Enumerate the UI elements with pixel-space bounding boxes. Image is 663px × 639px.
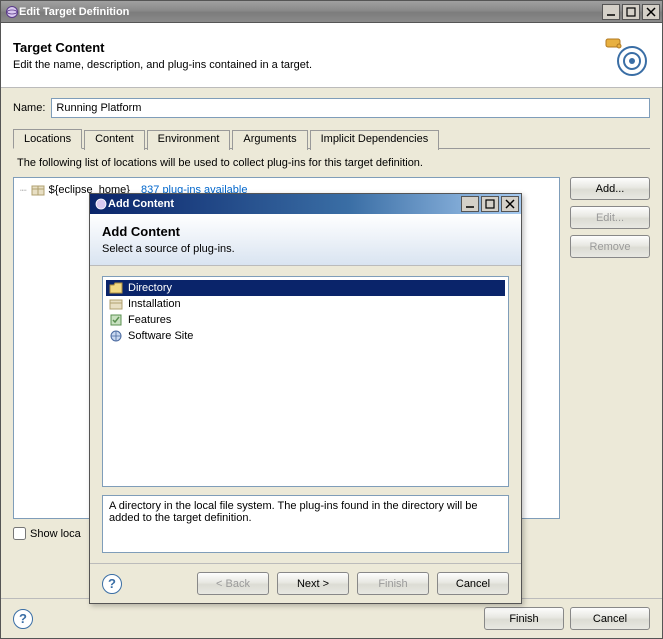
- feature-icon: [109, 313, 123, 327]
- locations-description: The following list of locations will be …: [17, 157, 650, 169]
- dialog-close-button[interactable]: [501, 196, 519, 212]
- source-list[interactable]: Directory Installation Features: [102, 276, 509, 487]
- archive-icon: [109, 297, 123, 311]
- window-title: Edit Target Definition: [19, 6, 602, 18]
- page-title: Target Content: [13, 40, 602, 55]
- tab-locations[interactable]: Locations: [13, 129, 82, 149]
- close-button[interactable]: [642, 4, 660, 20]
- tab-bar: Locations Content Environment Arguments …: [13, 128, 650, 149]
- tab-implicit[interactable]: Implicit Dependencies: [310, 130, 440, 150]
- help-button[interactable]: ?: [13, 609, 33, 629]
- dialog-title: Add Content: [108, 198, 461, 210]
- name-input[interactable]: [51, 98, 650, 118]
- name-row: Name:: [13, 98, 650, 118]
- list-item-label: Installation: [128, 298, 181, 310]
- dialog-footer: ? < Back Next > Finish Cancel: [90, 563, 521, 603]
- selection-description: A directory in the local file system. Th…: [102, 495, 509, 553]
- window-controls: [602, 4, 660, 20]
- site-icon: [109, 329, 123, 343]
- finish-button[interactable]: Finish: [484, 607, 564, 630]
- dialog-body: Directory Installation Features: [90, 266, 521, 563]
- list-item-softwaresite[interactable]: Software Site: [106, 328, 505, 344]
- tab-arguments[interactable]: Arguments: [232, 130, 307, 150]
- list-item-label: Software Site: [128, 330, 193, 342]
- list-item-features[interactable]: Features: [106, 312, 505, 328]
- list-item-label: Directory: [128, 282, 172, 294]
- dialog-cancel-button[interactable]: Cancel: [437, 572, 509, 595]
- tab-environment[interactable]: Environment: [147, 130, 231, 150]
- eclipse-icon: [94, 197, 108, 211]
- maximize-button[interactable]: [622, 4, 640, 20]
- dialog-titlebar[interactable]: Add Content: [90, 194, 521, 214]
- list-item-label: Features: [128, 314, 171, 326]
- eclipse-icon: [5, 5, 19, 19]
- locations-side-buttons: Add... Edit... Remove: [570, 177, 650, 519]
- tab-content[interactable]: Content: [84, 130, 145, 150]
- list-item-installation[interactable]: Installation: [106, 296, 505, 312]
- show-location-label: Show loca: [30, 528, 81, 540]
- minimize-button[interactable]: [602, 4, 620, 20]
- name-label: Name:: [13, 102, 45, 114]
- dialog-header: Add Content Select a source of plug-ins.: [90, 214, 521, 266]
- dialog-header-description: Select a source of plug-ins.: [102, 243, 509, 255]
- dialog-maximize-button[interactable]: [481, 196, 499, 212]
- add-button[interactable]: Add...: [570, 177, 650, 200]
- target-icon: [602, 31, 650, 79]
- titlebar[interactable]: Edit Target Definition: [1, 1, 662, 23]
- header-panel: Target Content Edit the name, descriptio…: [1, 23, 662, 88]
- next-button[interactable]: Next >: [277, 572, 349, 595]
- dialog-help-button[interactable]: ?: [102, 574, 122, 594]
- cancel-button[interactable]: Cancel: [570, 607, 650, 630]
- edit-button[interactable]: Edit...: [570, 206, 650, 229]
- add-content-dialog: Add Content Add Content Select a source …: [89, 193, 522, 604]
- tree-connector: ┈: [20, 184, 27, 197]
- back-button[interactable]: < Back: [197, 572, 269, 595]
- main-footer: ? Finish Cancel: [1, 598, 662, 638]
- page-description: Edit the name, description, and plug-ins…: [13, 59, 602, 71]
- dialog-header-title: Add Content: [102, 224, 509, 239]
- folder-icon: [109, 281, 123, 295]
- archive-icon: [31, 183, 45, 197]
- main-window: Edit Target Definition Target Content Ed…: [0, 0, 663, 639]
- list-item-directory[interactable]: Directory: [106, 280, 505, 296]
- remove-button[interactable]: Remove: [570, 235, 650, 258]
- dialog-finish-button[interactable]: Finish: [357, 572, 429, 595]
- show-location-checkbox[interactable]: [13, 527, 26, 540]
- dialog-minimize-button[interactable]: [461, 196, 479, 212]
